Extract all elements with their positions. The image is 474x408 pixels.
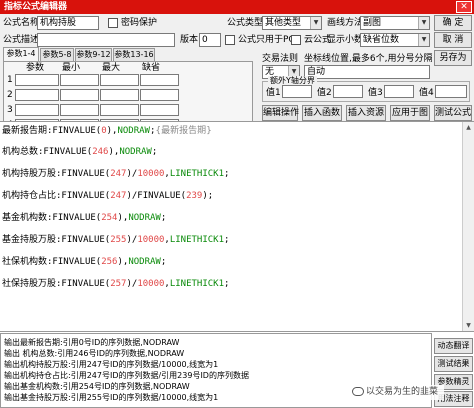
code-line: 社保机构数:FINVALUE(256),NODRAW; bbox=[2, 257, 167, 267]
param-2-default-input[interactable] bbox=[140, 89, 179, 101]
edit-operation-button[interactable]: 编辑操作 bbox=[262, 105, 299, 121]
param-header-min: 最小 bbox=[62, 63, 81, 73]
param-header-max: 最大 bbox=[102, 63, 121, 73]
output-line: 输出基金持股万股:引用255号ID的序列数据/10000,线宽为1 bbox=[4, 393, 219, 402]
param-header-default: 缺省 bbox=[142, 63, 161, 73]
output-line: 输出 机构总数:引用246号ID的序列数据,NODRAW bbox=[4, 349, 185, 358]
param-1-default-input[interactable] bbox=[140, 74, 179, 86]
pc-only-checkbox[interactable] bbox=[225, 35, 235, 45]
y-value-4-input[interactable] bbox=[435, 85, 467, 98]
tab-params-13-16[interactable]: 参数13-16 bbox=[113, 48, 155, 61]
code-line: 社保持股万股:FINVALUE(257)/10000,LINETHICK1; bbox=[2, 279, 230, 289]
test-result-button[interactable]: 测试结果 bbox=[434, 356, 473, 372]
param-2-min-input[interactable] bbox=[60, 89, 99, 101]
param-row-label: 3 bbox=[7, 105, 13, 115]
param-1-min-input[interactable] bbox=[60, 74, 99, 86]
y-value-2-input[interactable] bbox=[333, 85, 363, 98]
y-value-3-label: 值3 bbox=[368, 88, 383, 98]
param-2-max-input[interactable] bbox=[100, 89, 139, 101]
draw-method-select[interactable]: 副图 ▼ bbox=[360, 16, 430, 30]
window-title: 指标公式编辑器 bbox=[4, 2, 68, 12]
output-line: 输出机构持仓占比:引用247号ID的序列数据/引用239号ID的序列数据 bbox=[4, 371, 249, 380]
decimals-select[interactable]: 缺省位数 ▼ bbox=[360, 33, 430, 47]
cancel-button[interactable]: 取 消 bbox=[434, 32, 472, 48]
param-3-name-input[interactable] bbox=[15, 104, 59, 116]
password-checkbox[interactable] bbox=[108, 18, 118, 28]
formula-description-input[interactable] bbox=[37, 33, 175, 47]
password-label: 密码保护 bbox=[121, 18, 158, 28]
chevron-down-icon: ▼ bbox=[418, 34, 429, 46]
dynamic-translate-button[interactable]: 动态翻译 bbox=[434, 338, 473, 354]
chevron-down-icon: ▼ bbox=[310, 17, 321, 29]
confirm-button[interactable]: 确 定 bbox=[434, 15, 472, 31]
formula-name-input[interactable]: 机构持股 bbox=[37, 16, 99, 30]
y-value-4-label: 值4 bbox=[419, 88, 434, 98]
tab-params-1-4[interactable]: 参数1-4 bbox=[3, 47, 39, 61]
version-input[interactable]: 0 bbox=[199, 33, 221, 47]
decimals-label: 显示小数 bbox=[327, 35, 364, 45]
extra-y-axis-group: 额外Y轴分界 值1 值2 值3 值4 bbox=[262, 76, 470, 102]
formula-description-label: 公式描述 bbox=[3, 35, 40, 45]
tab-params-5-8[interactable]: 参数5-8 bbox=[40, 48, 74, 61]
draw-method-label: 画线方法 bbox=[327, 18, 364, 28]
close-button[interactable]: ✕ bbox=[456, 1, 472, 13]
cloud-formula-checkbox[interactable] bbox=[291, 35, 301, 45]
window-titlebar: 指标公式编辑器 ✕ bbox=[0, 0, 474, 14]
decimals-value: 缺省位数 bbox=[363, 35, 400, 45]
scroll-down-icon[interactable]: ▼ bbox=[463, 320, 474, 331]
output-line: 输出机构持股万股:引用247号ID的序列数据/10000,线宽为1 bbox=[4, 360, 219, 369]
y-value-3-input[interactable] bbox=[384, 85, 414, 98]
formula-code-editor[interactable]: 最新报告期:FINVALUE(0),NODRAW;{最新报告期} 机构总数:FI… bbox=[0, 121, 474, 332]
draw-method-value: 副图 bbox=[363, 18, 382, 28]
param-header-name: 参数 bbox=[26, 63, 45, 73]
param-2-name-input[interactable] bbox=[15, 89, 59, 101]
code-line: 最新报告期:FINVALUE(0),NODRAW;{最新报告期} bbox=[2, 126, 212, 136]
editor-scrollbar[interactable]: ▲ ▼ bbox=[462, 122, 474, 331]
code-line: 基金机构数:FINVALUE(254),NODRAW; bbox=[2, 213, 167, 223]
code-line: 机构持仓占比:FINVALUE(247)/FINVALUE(239); bbox=[2, 191, 214, 201]
output-line: 输出基金机构数:引用254号ID的序列数据,NODRAW bbox=[4, 382, 190, 391]
test-formula-button[interactable]: 测试公式 bbox=[434, 105, 472, 121]
wechat-icon bbox=[352, 387, 364, 396]
formula-name-label: 公式名称 bbox=[3, 18, 40, 28]
param-3-max-input[interactable] bbox=[100, 104, 139, 116]
scroll-up-icon[interactable]: ▲ bbox=[463, 122, 474, 133]
param-1-max-input[interactable] bbox=[100, 74, 139, 86]
insert-resource-button[interactable]: 插入资源 bbox=[346, 105, 386, 121]
pc-only-label: 公式只用于PC bbox=[238, 35, 295, 45]
formula-type-value: 其他类型 bbox=[265, 18, 302, 28]
save-as-button[interactable]: 另存为 bbox=[434, 50, 472, 66]
y-value-1-input[interactable] bbox=[282, 85, 312, 98]
y-value-1-label: 值1 bbox=[266, 88, 281, 98]
code-line: 机构持股万股:FINVALUE(247)/10000,LINETHICK1; bbox=[2, 169, 230, 179]
coord-lines-input[interactable]: 自动 bbox=[304, 65, 430, 79]
tab-params-9-12[interactable]: 参数9-12 bbox=[75, 48, 112, 61]
output-line: 输出最新报告期:引用0号ID的序列数据,NODRAW bbox=[4, 338, 180, 347]
formula-type-label: 公式类型 bbox=[227, 18, 264, 28]
param-3-min-input[interactable] bbox=[60, 104, 99, 116]
y-value-2-label: 值2 bbox=[317, 88, 332, 98]
param-row-label: 1 bbox=[7, 75, 13, 85]
code-line: 基金持股万股:FINVALUE(255)/10000,LINETHICK1; bbox=[2, 235, 230, 245]
code-line: 机构总数:FINVALUE(246),NODRAW; bbox=[2, 147, 158, 157]
param-row-label: 2 bbox=[7, 90, 13, 100]
param-3-default-input[interactable] bbox=[140, 104, 179, 116]
insert-function-button[interactable]: 插入函数 bbox=[302, 105, 342, 121]
coord-lines-label: 坐标线位置,最多6个,用分号分隔 bbox=[304, 54, 433, 64]
apply-to-chart-button[interactable]: 应用于图 bbox=[390, 105, 430, 121]
trade-rule-label: 交易法则 bbox=[262, 54, 299, 64]
watermark: 以交易为生的韭菜 bbox=[352, 385, 444, 400]
chevron-down-icon: ▼ bbox=[418, 17, 429, 29]
watermark-text: 以交易为生的韭菜 bbox=[366, 387, 439, 397]
formula-settings-panel: 公式名称 机构持股 密码保护 公式类型 其他类型 ▼ 画线方法 副图 ▼ 确 定… bbox=[0, 14, 474, 135]
formula-type-select[interactable]: 其他类型 ▼ bbox=[262, 16, 322, 30]
param-1-name-input[interactable] bbox=[15, 74, 59, 86]
version-label: 版本 bbox=[180, 35, 199, 45]
